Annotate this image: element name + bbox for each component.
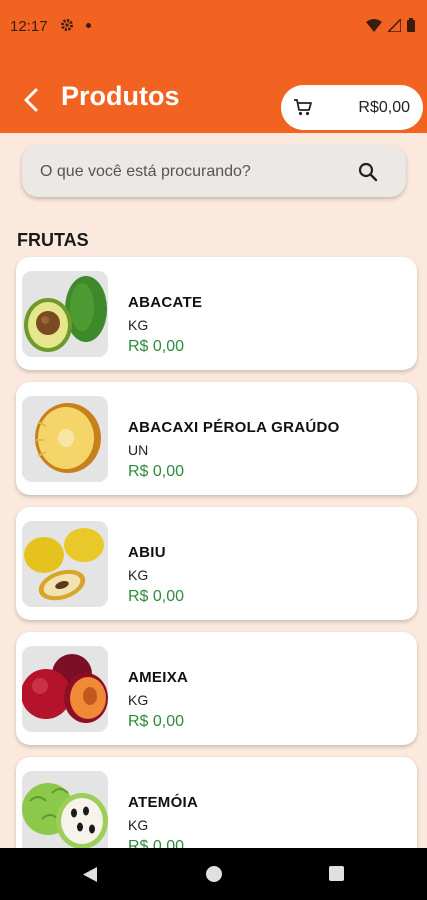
notification-dot-icon — [86, 23, 91, 28]
status-time: 12:17 — [10, 18, 48, 35]
product-list: ABACATE KG R$ 0,00 ABACAXI PÉROLA GRAÚDO… — [16, 257, 417, 882]
product-price: R$ 0,00 — [128, 338, 185, 355]
product-image-pineapple — [22, 396, 108, 482]
status-icons — [366, 18, 415, 32]
search-bar — [22, 145, 406, 199]
settings-notification-icon — [60, 18, 74, 37]
signal-icon — [388, 18, 401, 32]
product-name: ABACAXI PÉROLA GRAÚDO — [128, 419, 340, 436]
product-name: ABIU — [128, 544, 166, 561]
product-price: R$ 0,00 — [128, 463, 185, 480]
product-image-atemoya — [22, 771, 108, 857]
product-card[interactable]: ABIU KG R$ 0,00 — [16, 507, 417, 620]
product-price: R$ 0,00 — [128, 588, 185, 605]
nav-recent-apps-icon[interactable] — [329, 866, 344, 881]
product-unit: KG — [128, 692, 149, 708]
product-image-avocado — [22, 271, 108, 357]
product-card[interactable]: ABACATE KG R$ 0,00 — [16, 257, 417, 370]
product-name: AMEIXA — [128, 669, 189, 686]
app-bar: Produtos R$0,00 — [0, 56, 427, 133]
status-bar: 12:17 — [0, 0, 427, 56]
chevron-left-icon — [24, 88, 38, 112]
search-input[interactable] — [38, 145, 342, 199]
product-unit: KG — [128, 567, 149, 583]
battery-icon — [407, 18, 415, 32]
product-unit: KG — [128, 317, 149, 333]
cart-button[interactable]: R$0,00 — [281, 85, 423, 130]
back-button[interactable] — [18, 86, 46, 114]
product-card[interactable]: AMEIXA KG R$ 0,00 — [16, 632, 417, 745]
product-name: ABACATE — [128, 294, 203, 311]
page-title: Produtos — [61, 81, 180, 111]
product-image-plum — [22, 646, 108, 732]
product-name: ATEMÓIA — [128, 794, 199, 811]
section-title: FRUTAS — [17, 230, 89, 250]
nav-back-icon[interactable] — [82, 866, 98, 888]
product-price: R$ 0,00 — [128, 713, 185, 730]
cart-total: R$0,00 — [358, 99, 410, 116]
cart-icon — [293, 97, 313, 122]
product-unit: KG — [128, 817, 149, 833]
system-navigation-bar — [0, 848, 427, 900]
product-card[interactable]: ABACAXI PÉROLA GRAÚDO UN R$ 0,00 — [16, 382, 417, 495]
wifi-icon — [366, 18, 382, 32]
search-icon[interactable] — [358, 162, 378, 187]
nav-home-icon[interactable] — [206, 866, 222, 882]
product-unit: UN — [128, 442, 149, 458]
product-image-abiu — [22, 521, 108, 607]
